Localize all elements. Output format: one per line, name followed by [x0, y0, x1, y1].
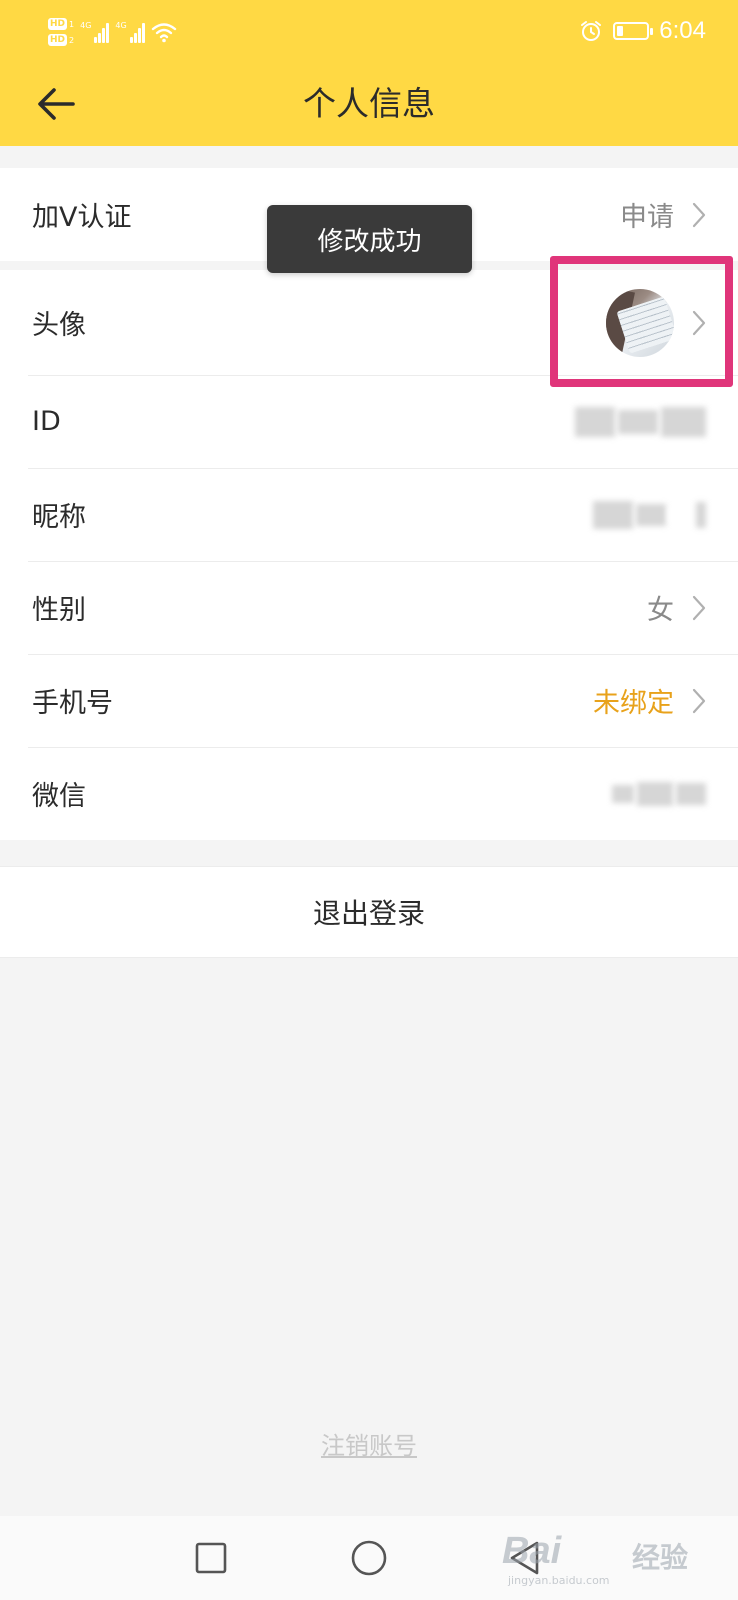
circle-home-icon — [351, 1540, 387, 1576]
watermark-url: jingyan.baidu.com — [508, 1574, 610, 1587]
status-indicators: HD 1 HD 2 4G 4G — [48, 12, 177, 52]
clock: 6:04 — [659, 17, 706, 44]
list-item-id[interactable]: ID — [0, 375, 738, 468]
list-item-wechat[interactable]: 微信 — [0, 747, 738, 840]
chevron-right-icon — [692, 595, 706, 620]
hd-badge: HD — [48, 18, 68, 30]
status-bar: HD 1 HD 2 4G 4G 6:04 — [0, 0, 738, 62]
hd-indicators: HD 1 HD 2 — [48, 18, 74, 46]
blurred-value — [593, 500, 706, 529]
blurred-value — [612, 781, 706, 806]
battery-icon — [613, 22, 654, 40]
avatar-highlight-box — [550, 256, 733, 387]
baidu-watermark: Bai 经验 jingyan.baidu.com — [502, 1526, 702, 1592]
network-tag: 4G — [80, 21, 92, 30]
row-label: 性别 — [32, 595, 86, 626]
row-right: 未绑定 — [593, 681, 706, 720]
square-recents-icon — [195, 1542, 227, 1574]
watermark-suffix: 经验 — [632, 1541, 689, 1574]
row-label: ID — [32, 406, 61, 437]
sim-number: 1 — [69, 19, 75, 29]
status-right: 6:04 — [579, 12, 706, 50]
header-bar: 个人信息 — [0, 62, 738, 146]
row-value: 未绑定 — [593, 688, 674, 719]
row-label: 微信 — [32, 781, 86, 812]
toast: 修改成功 — [267, 205, 472, 273]
logout-label: 退出登录 — [312, 897, 425, 930]
toast-message: 修改成功 — [317, 226, 422, 257]
chevron-right-icon — [692, 202, 706, 227]
hd-icon: HD 2 — [48, 34, 74, 46]
recents-button[interactable] — [189, 1536, 233, 1580]
sim-number: 2 — [69, 35, 75, 45]
cancel-account-link[interactable]: 注销账号 — [0, 1426, 738, 1461]
chevron-right-icon — [692, 688, 706, 713]
blurred-value — [575, 406, 706, 437]
list-item-nickname[interactable]: 昵称 — [0, 468, 738, 561]
row-right — [612, 781, 706, 806]
row-value: 女 — [647, 595, 674, 626]
row-label: 加V认证 — [32, 202, 132, 233]
hd-badge: HD — [48, 34, 68, 46]
signal-icon: 4G — [80, 21, 110, 43]
row-label: 昵称 — [32, 502, 86, 533]
list-item-gender[interactable]: 性别 女 — [0, 561, 738, 654]
row-value: 申请 — [620, 202, 674, 233]
row-label: 手机号 — [32, 688, 113, 719]
row-right — [575, 406, 706, 437]
page-title: 个人信息 — [303, 84, 435, 123]
row-right: 申请 — [620, 195, 706, 234]
row-right: 女 — [647, 588, 706, 627]
watermark-brand: Bai — [502, 1530, 562, 1572]
home-button[interactable] — [347, 1536, 391, 1580]
alarm-icon — [581, 21, 602, 41]
logout-button[interactable]: 退出登录 — [0, 866, 738, 958]
row-label: 头像 — [32, 310, 86, 341]
hd-icon: HD 1 — [48, 18, 74, 30]
wifi-icon — [151, 23, 176, 43]
row-right — [593, 500, 706, 529]
network-tag: 4G — [115, 21, 127, 30]
list-item-phone[interactable]: 手机号 未绑定 — [0, 654, 738, 747]
signal-icon: 4G — [115, 21, 145, 43]
battery-level — [617, 26, 624, 36]
